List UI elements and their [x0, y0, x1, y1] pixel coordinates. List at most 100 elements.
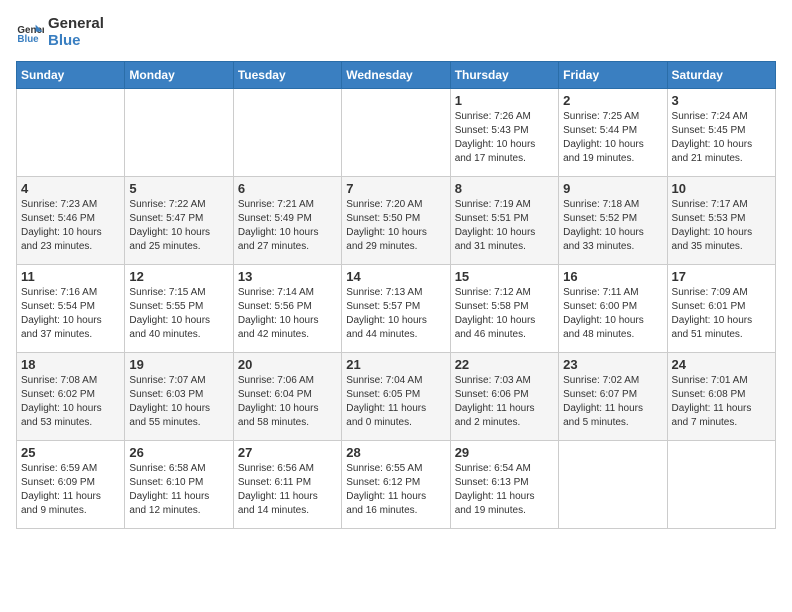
- day-info: Sunrise: 7:15 AM Sunset: 5:55 PM Dayligh…: [129, 286, 228, 342]
- day-number: 24: [672, 357, 771, 372]
- weekday-header: Tuesday: [233, 62, 341, 89]
- calendar-cell: 14 Sunrise: 7:13 AM Sunset: 5:57 PM Dayli…: [342, 265, 450, 353]
- weekday-header: Wednesday: [342, 62, 450, 89]
- calendar-cell: 23 Sunrise: 7:02 AM Sunset: 6:07 PM Dayli…: [559, 353, 667, 441]
- day-info: Sunrise: 7:19 AM Sunset: 5:51 PM Dayligh…: [455, 198, 554, 254]
- svg-text:Blue: Blue: [17, 34, 39, 45]
- calendar-table: SundayMondayTuesdayWednesdayThursdayFrid…: [16, 61, 776, 529]
- calendar-cell: 22 Sunrise: 7:03 AM Sunset: 6:06 PM Dayli…: [450, 353, 558, 441]
- weekday-header: Friday: [559, 62, 667, 89]
- calendar-cell: 15 Sunrise: 7:12 AM Sunset: 5:58 PM Dayli…: [450, 265, 558, 353]
- day-number: 29: [455, 445, 554, 460]
- calendar-cell: [342, 89, 450, 177]
- day-number: 13: [238, 269, 337, 284]
- day-number: 26: [129, 445, 228, 460]
- calendar-cell: 5 Sunrise: 7:22 AM Sunset: 5:47 PM Daylig…: [125, 177, 233, 265]
- day-info: Sunrise: 7:08 AM Sunset: 6:02 PM Dayligh…: [21, 374, 120, 430]
- day-info: Sunrise: 7:09 AM Sunset: 6:01 PM Dayligh…: [672, 286, 771, 342]
- calendar-cell: 17 Sunrise: 7:09 AM Sunset: 6:01 PM Dayli…: [667, 265, 775, 353]
- day-info: Sunrise: 7:12 AM Sunset: 5:58 PM Dayligh…: [455, 286, 554, 342]
- day-number: 15: [455, 269, 554, 284]
- calendar-week-row: 11 Sunrise: 7:16 AM Sunset: 5:54 PM Dayli…: [17, 265, 776, 353]
- day-info: Sunrise: 6:58 AM Sunset: 6:10 PM Dayligh…: [129, 462, 228, 518]
- day-number: 12: [129, 269, 228, 284]
- calendar-cell: 10 Sunrise: 7:17 AM Sunset: 5:53 PM Dayli…: [667, 177, 775, 265]
- day-number: 27: [238, 445, 337, 460]
- day-info: Sunrise: 7:11 AM Sunset: 6:00 PM Dayligh…: [563, 286, 662, 342]
- calendar-cell: 7Sunrise: 7:20 AM Sunset: 5:50 PM Daylig…: [342, 177, 450, 265]
- day-number: 22: [455, 357, 554, 372]
- calendar-cell: 8 Sunrise: 7:19 AM Sunset: 5:51 PM Daylig…: [450, 177, 558, 265]
- day-info: Sunrise: 7:18 AM Sunset: 5:52 PM Dayligh…: [563, 198, 662, 254]
- weekday-header: Saturday: [667, 62, 775, 89]
- calendar-cell: [233, 89, 341, 177]
- calendar-cell: [17, 89, 125, 177]
- logo: General Blue General Blue: [16, 16, 104, 49]
- day-number: 17: [672, 269, 771, 284]
- calendar-cell: 29 Sunrise: 6:54 AM Sunset: 6:13 PM Dayli…: [450, 441, 558, 529]
- calendar-week-row: 4 Sunrise: 7:23 AM Sunset: 5:46 PM Daylig…: [17, 177, 776, 265]
- day-number: 10: [672, 181, 771, 196]
- calendar-cell: 12 Sunrise: 7:15 AM Sunset: 5:55 PM Dayli…: [125, 265, 233, 353]
- calendar-cell: 21 Sunrise: 7:04 AM Sunset: 6:05 PM Dayli…: [342, 353, 450, 441]
- day-info: Sunrise: 7:07 AM Sunset: 6:03 PM Dayligh…: [129, 374, 228, 430]
- calendar-cell: 13 Sunrise: 7:14 AM Sunset: 5:56 PM Dayli…: [233, 265, 341, 353]
- calendar-cell: 3Sunrise: 7:24 AM Sunset: 5:45 PM Daylig…: [667, 89, 775, 177]
- day-info: Sunrise: 7:02 AM Sunset: 6:07 PM Dayligh…: [563, 374, 662, 430]
- calendar-cell: [667, 441, 775, 529]
- calendar-cell: 1 Sunrise: 7:26 AM Sunset: 5:43 PM Daylig…: [450, 89, 558, 177]
- day-number: 9: [563, 181, 662, 196]
- day-info: Sunrise: 6:56 AM Sunset: 6:11 PM Dayligh…: [238, 462, 337, 518]
- day-info: Sunrise: 6:59 AM Sunset: 6:09 PM Dayligh…: [21, 462, 120, 518]
- day-info: Sunrise: 7:21 AM Sunset: 5:49 PM Dayligh…: [238, 198, 337, 254]
- day-number: 5: [129, 181, 228, 196]
- calendar-cell: 25 Sunrise: 6:59 AM Sunset: 6:09 PM Dayli…: [17, 441, 125, 529]
- day-info: Sunrise: 7:13 AM Sunset: 5:57 PM Dayligh…: [346, 286, 445, 342]
- day-number: 14: [346, 269, 445, 284]
- day-number: 8: [455, 181, 554, 196]
- day-number: 18: [21, 357, 120, 372]
- day-info: Sunrise: 7:03 AM Sunset: 6:06 PM Dayligh…: [455, 374, 554, 430]
- day-number: 20: [238, 357, 337, 372]
- day-number: 11: [21, 269, 120, 284]
- calendar-cell: [125, 89, 233, 177]
- day-number: 21: [346, 357, 445, 372]
- calendar-cell: 26 Sunrise: 6:58 AM Sunset: 6:10 PM Dayli…: [125, 441, 233, 529]
- day-number: 4: [21, 181, 120, 196]
- day-info: Sunrise: 7:04 AM Sunset: 6:05 PM Dayligh…: [346, 374, 445, 430]
- calendar-week-row: 25 Sunrise: 6:59 AM Sunset: 6:09 PM Dayli…: [17, 441, 776, 529]
- day-info: Sunrise: 7:25 AM Sunset: 5:44 PM Dayligh…: [563, 110, 662, 166]
- day-info: Sunrise: 7:06 AM Sunset: 6:04 PM Dayligh…: [238, 374, 337, 430]
- day-number: 1: [455, 93, 554, 108]
- day-number: 16: [563, 269, 662, 284]
- day-number: 23: [563, 357, 662, 372]
- day-number: 19: [129, 357, 228, 372]
- calendar-cell: 4 Sunrise: 7:23 AM Sunset: 5:46 PM Daylig…: [17, 177, 125, 265]
- day-number: 7: [346, 181, 445, 196]
- day-info: Sunrise: 6:55 AM Sunset: 6:12 PM Dayligh…: [346, 462, 445, 518]
- day-info: Sunrise: 7:01 AM Sunset: 6:08 PM Dayligh…: [672, 374, 771, 430]
- day-info: Sunrise: 7:23 AM Sunset: 5:46 PM Dayligh…: [21, 198, 120, 254]
- weekday-header: Thursday: [450, 62, 558, 89]
- day-info: Sunrise: 7:26 AM Sunset: 5:43 PM Dayligh…: [455, 110, 554, 166]
- day-info: Sunrise: 7:22 AM Sunset: 5:47 PM Dayligh…: [129, 198, 228, 254]
- calendar-cell: 6 Sunrise: 7:21 AM Sunset: 5:49 PM Daylig…: [233, 177, 341, 265]
- day-info: Sunrise: 7:24 AM Sunset: 5:45 PM Dayligh…: [672, 110, 771, 166]
- day-info: Sunrise: 7:16 AM Sunset: 5:54 PM Dayligh…: [21, 286, 120, 342]
- weekday-header: Monday: [125, 62, 233, 89]
- calendar-cell: 19 Sunrise: 7:07 AM Sunset: 6:03 PM Dayli…: [125, 353, 233, 441]
- day-number: 25: [21, 445, 120, 460]
- calendar-cell: 20 Sunrise: 7:06 AM Sunset: 6:04 PM Dayli…: [233, 353, 341, 441]
- header: General Blue General Blue: [16, 16, 776, 49]
- calendar-cell: 9 Sunrise: 7:18 AM Sunset: 5:52 PM Daylig…: [559, 177, 667, 265]
- day-info: Sunrise: 7:14 AM Sunset: 5:56 PM Dayligh…: [238, 286, 337, 342]
- day-number: 6: [238, 181, 337, 196]
- day-number: 28: [346, 445, 445, 460]
- calendar-cell: 18 Sunrise: 7:08 AM Sunset: 6:02 PM Dayli…: [17, 353, 125, 441]
- calendar-week-row: 18 Sunrise: 7:08 AM Sunset: 6:02 PM Dayli…: [17, 353, 776, 441]
- calendar-cell: 11 Sunrise: 7:16 AM Sunset: 5:54 PM Dayli…: [17, 265, 125, 353]
- day-info: Sunrise: 6:54 AM Sunset: 6:13 PM Dayligh…: [455, 462, 554, 518]
- calendar-cell: 28 Sunrise: 6:55 AM Sunset: 6:12 PM Dayli…: [342, 441, 450, 529]
- calendar-cell: 2Sunrise: 7:25 AM Sunset: 5:44 PM Daylig…: [559, 89, 667, 177]
- day-info: Sunrise: 7:17 AM Sunset: 5:53 PM Dayligh…: [672, 198, 771, 254]
